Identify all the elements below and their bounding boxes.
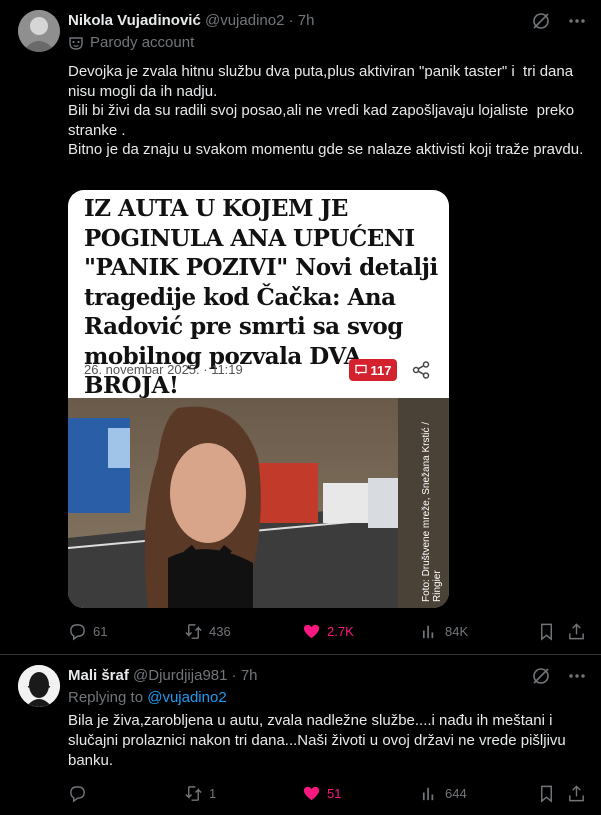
repost-icon	[185, 785, 202, 801]
author-name[interactable]: Mali šraf	[68, 667, 129, 684]
tweet-header: Nikola Vujadinović @vujadino2 · 7h	[68, 12, 314, 29]
share-icon	[412, 361, 430, 379]
author-handle[interactable]: @vujadino2	[205, 12, 284, 29]
avatar[interactable]	[18, 665, 60, 707]
more-options-icon[interactable]	[567, 666, 587, 686]
views-button[interactable]: 84K	[420, 622, 468, 641]
like-button[interactable]: 2.7K	[302, 622, 354, 641]
reply-count: 61	[93, 623, 108, 639]
timestamp[interactable]: 7h	[298, 12, 315, 29]
article-photo	[68, 398, 449, 608]
bookmark-icon	[541, 623, 552, 641]
repost-button[interactable]: 1	[184, 784, 216, 803]
tweet-reply[interactable]: Mali šraf @Djurdjija981 · 7h Replying to…	[0, 655, 601, 815]
tweet-actions: 1 51 644	[68, 782, 588, 804]
article-date: 26. novembar 2025. · 11:19	[84, 362, 243, 377]
replying-to: Replying to @vujadino2	[68, 689, 227, 706]
repost-count: 436	[209, 623, 231, 639]
share-icon	[569, 622, 584, 639]
share-button[interactable]	[567, 622, 586, 641]
comments-badge: 117	[349, 359, 397, 381]
parody-text: Parody account	[90, 34, 195, 51]
views-count: 644	[445, 785, 467, 801]
photo-credit: Foto: Društvene mreže, Snežana Krstić / …	[421, 421, 443, 602]
mask-icon	[69, 36, 83, 50]
parody-label: Parody account	[68, 34, 194, 51]
reply-icon	[70, 623, 85, 641]
views-count: 84K	[445, 623, 469, 639]
timestamp[interactable]: 7h	[241, 667, 258, 684]
author-handle[interactable]: @Djurdjija981	[133, 667, 227, 684]
share-icon	[569, 784, 584, 801]
tweet-text: Devojka je zvala hitnu službu dva puta,p…	[68, 63, 584, 158]
repost-button[interactable]: 436	[184, 622, 231, 641]
comment-icon	[354, 364, 367, 375]
views-button[interactable]: 644	[420, 784, 467, 803]
views-icon	[422, 625, 434, 638]
repost-count: 1	[209, 785, 217, 801]
comments-count: 117	[370, 362, 392, 378]
like-button[interactable]: 51	[302, 784, 341, 803]
tweet-text: Bila je živa,zarobljena u autu, zvala na…	[68, 712, 570, 769]
tweet-main[interactable]: Nikola Vujadinović @vujadino2 · 7h Parod…	[0, 0, 601, 655]
bookmark-button[interactable]	[537, 784, 556, 803]
heart-icon	[303, 624, 320, 638]
tweet-header: Mali šraf @Djurdjija981 · 7h	[68, 667, 258, 684]
separator: ·	[288, 12, 294, 29]
grok-icon[interactable]	[531, 11, 551, 31]
repost-icon	[185, 623, 202, 639]
more-options-icon[interactable]	[567, 11, 587, 31]
replying-label: Replying to	[68, 689, 144, 706]
share-button[interactable]	[567, 784, 586, 803]
bookmark-button[interactable]	[537, 622, 556, 641]
replying-handle-link[interactable]: @vujadino2	[147, 689, 226, 706]
views-icon	[422, 787, 434, 800]
reply-icon	[70, 785, 85, 803]
like-count: 51	[327, 785, 342, 801]
media-card[interactable]: IZ AUTA U KOJEM JE POGINULA ANA UPUĆENI …	[68, 190, 449, 608]
like-count: 2.7K	[327, 623, 354, 639]
separator: ·	[231, 667, 237, 684]
author-name[interactable]: Nikola Vujadinović	[68, 12, 201, 29]
avatar[interactable]	[18, 10, 60, 52]
grok-icon[interactable]	[531, 666, 551, 686]
reply-button[interactable]: 61	[68, 622, 107, 641]
heart-icon	[303, 786, 320, 800]
reply-button[interactable]	[68, 784, 93, 803]
tweet-actions: 61 436 2.7K 84K	[68, 620, 588, 642]
bookmark-icon	[541, 785, 552, 803]
